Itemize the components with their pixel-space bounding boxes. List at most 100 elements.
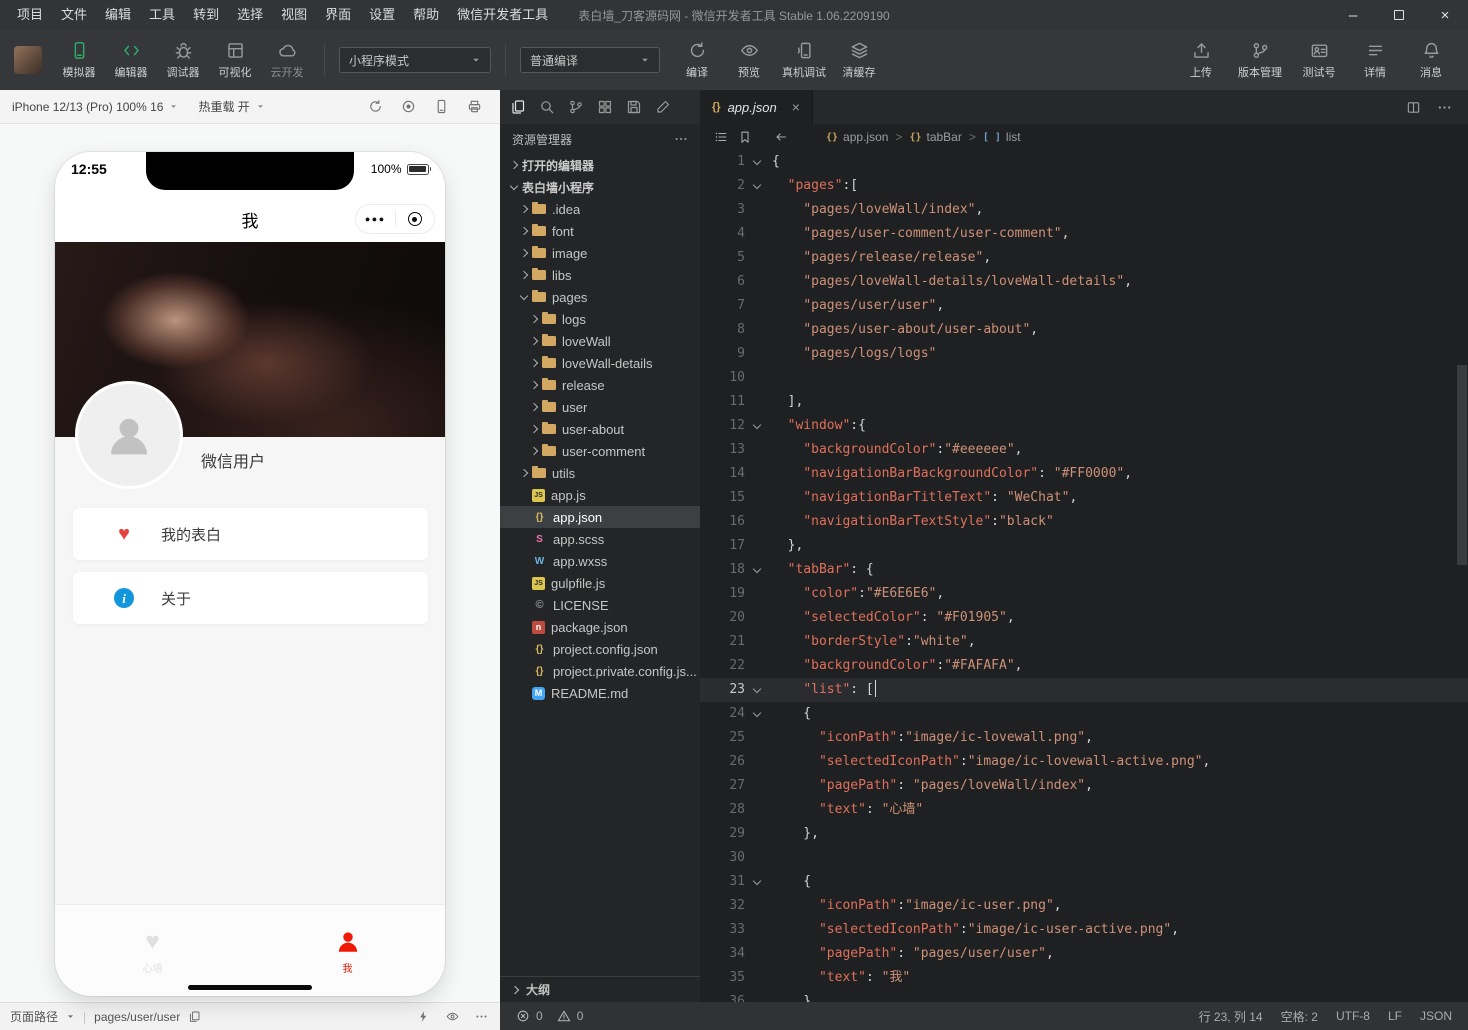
menu-item[interactable]: 选择 bbox=[228, 0, 272, 30]
user-avatar[interactable] bbox=[14, 46, 42, 74]
phone-tab-我[interactable]: 我 bbox=[250, 905, 445, 996]
tree-item-.idea[interactable]: .idea bbox=[500, 198, 700, 220]
code-line[interactable]: 27 "pagePath": "pages/loveWall/index", bbox=[700, 774, 1468, 798]
chevron-right-icon[interactable] bbox=[526, 448, 542, 454]
code-line[interactable]: 8 "pages/user-about/user-about", bbox=[700, 318, 1468, 342]
warning-icon[interactable] bbox=[557, 1009, 571, 1023]
chevron-right-icon[interactable] bbox=[526, 360, 542, 366]
tree-item-package.json[interactable]: npackage.json bbox=[500, 616, 700, 638]
menu-item[interactable]: 帮助 bbox=[404, 0, 448, 30]
tree-item-pages[interactable]: pages bbox=[500, 286, 700, 308]
error-icon[interactable] bbox=[516, 1009, 530, 1023]
home-indicator[interactable] bbox=[188, 985, 312, 990]
editor-scrollbar[interactable] bbox=[1457, 365, 1467, 565]
breadcrumb-item[interactable]: {}tabBar bbox=[909, 130, 961, 144]
compile-mode-select[interactable]: 普通编译 bbox=[520, 47, 660, 73]
search-icon[interactable] bbox=[539, 99, 555, 115]
fold-icon[interactable] bbox=[745, 881, 769, 884]
flash-icon[interactable] bbox=[417, 1010, 430, 1023]
code-line[interactable]: 28 "text": "心墙" bbox=[700, 798, 1468, 822]
tree-item-utils[interactable]: utils bbox=[500, 462, 700, 484]
code-line[interactable]: 13 "backgroundColor":"#eeeeee", bbox=[700, 438, 1468, 462]
code-line[interactable]: 17 }, bbox=[700, 534, 1468, 558]
screenshot-icon[interactable] bbox=[467, 99, 482, 114]
code-line[interactable]: 24 { bbox=[700, 702, 1468, 726]
code-line[interactable]: 20 "selectedColor": "#F01905", bbox=[700, 606, 1468, 630]
code-line[interactable]: 34 "pagePath": "pages/user/user", bbox=[700, 942, 1468, 966]
tree-item-font[interactable]: font bbox=[500, 220, 700, 242]
tree-item-image[interactable]: image bbox=[500, 242, 700, 264]
toolbar-button-compile[interactable]: 编译 bbox=[674, 41, 720, 80]
tab-app-json[interactable]: {} app.json × bbox=[700, 90, 813, 124]
menu-item[interactable]: 项目 bbox=[8, 0, 52, 30]
avatar[interactable] bbox=[75, 381, 183, 489]
code-line[interactable]: 6 "pages/loveWall-details/loveWall-detai… bbox=[700, 270, 1468, 294]
tree-item-gulpfile.js[interactable]: JSgulpfile.js bbox=[500, 572, 700, 594]
toolbar-button-version[interactable]: 版本管理 bbox=[1234, 41, 1286, 80]
hot-reload-toggle[interactable]: 热重载 开 bbox=[198, 98, 264, 115]
tree-item-project.private.config.js...[interactable]: {}project.private.config.js... bbox=[500, 660, 700, 682]
tree-item-loveWall[interactable]: loveWall bbox=[500, 330, 700, 352]
fold-icon[interactable] bbox=[745, 425, 769, 428]
maximize-button[interactable] bbox=[1376, 0, 1422, 30]
outline-section[interactable]: 大纲 bbox=[500, 976, 700, 1002]
code-line[interactable]: 36 } bbox=[700, 990, 1468, 1002]
toolbar-button-debugger[interactable]: 调试器 bbox=[160, 41, 206, 80]
arrow-left-icon[interactable] bbox=[774, 130, 788, 144]
menu-item[interactable]: 设置 bbox=[360, 0, 404, 30]
bookmark-icon[interactable] bbox=[738, 130, 752, 144]
code-line[interactable]: 18 "tabBar": { bbox=[700, 558, 1468, 582]
code-line[interactable]: 3 "pages/loveWall/index", bbox=[700, 198, 1468, 222]
eye-icon[interactable] bbox=[446, 1010, 459, 1023]
toolbar-button-message[interactable]: 消息 bbox=[1408, 41, 1454, 80]
cursor-position[interactable]: 行 23, 列 14 bbox=[1199, 1008, 1263, 1025]
code-line[interactable]: 15 "navigationBarTitleText": "WeChat", bbox=[700, 486, 1468, 510]
menu-item[interactable]: 视图 bbox=[272, 0, 316, 30]
tab-close-icon[interactable]: × bbox=[792, 99, 800, 115]
toolbar-button-preview[interactable]: 预览 bbox=[726, 41, 772, 80]
grid-icon[interactable] bbox=[597, 99, 613, 115]
language-indicator[interactable]: JSON bbox=[1420, 1009, 1452, 1023]
toolbar-button-cloud[interactable]: 云开发 bbox=[264, 41, 310, 80]
tree-item-release[interactable]: release bbox=[500, 374, 700, 396]
code-line[interactable]: 21 "borderStyle":"white", bbox=[700, 630, 1468, 654]
fold-icon[interactable] bbox=[745, 185, 769, 188]
tree-item-app.js[interactable]: JSapp.js bbox=[500, 484, 700, 506]
explorer-section-表白墙小程序[interactable]: 表白墙小程序 bbox=[500, 176, 700, 198]
code-line[interactable]: 5 "pages/release/release", bbox=[700, 246, 1468, 270]
code-line[interactable]: 10 bbox=[700, 366, 1468, 390]
code-line[interactable]: 25 "iconPath":"image/ic-lovewall.png", bbox=[700, 726, 1468, 750]
menu-item[interactable]: 转到 bbox=[184, 0, 228, 30]
code-line[interactable]: 30 bbox=[700, 846, 1468, 870]
more-menu-icon[interactable]: ●●● bbox=[356, 214, 395, 224]
code-line[interactable]: 14 "navigationBarBackgroundColor": "#FF0… bbox=[700, 462, 1468, 486]
list-icon[interactable] bbox=[714, 130, 728, 144]
code-line[interactable]: 29 }, bbox=[700, 822, 1468, 846]
tree-item-logs[interactable]: logs bbox=[500, 308, 700, 330]
chevron-down-icon[interactable] bbox=[516, 296, 532, 299]
page-path-label[interactable]: 页面路径 bbox=[10, 1008, 58, 1025]
toolbar-button-simulator[interactable]: 模拟器 bbox=[56, 41, 102, 80]
menu-item[interactable]: 编辑 bbox=[96, 0, 140, 30]
tree-item-user[interactable]: user bbox=[500, 396, 700, 418]
tree-item-app.wxss[interactable]: Wapp.wxss bbox=[500, 550, 700, 572]
code-line[interactable]: 19 "color":"#E6E6E6", bbox=[700, 582, 1468, 606]
save-icon[interactable] bbox=[626, 99, 642, 115]
code-line[interactable]: 1{ bbox=[700, 150, 1468, 174]
code-line[interactable]: 35 "text": "我" bbox=[700, 966, 1468, 990]
mode-select[interactable]: 小程序模式 bbox=[339, 47, 491, 73]
code-line[interactable]: 33 "selectedIconPath":"image/ic-user-act… bbox=[700, 918, 1468, 942]
chevron-right-icon[interactable] bbox=[526, 338, 542, 344]
phone-menu-item[interactable]: ♥我的表白 bbox=[73, 508, 428, 560]
menu-item[interactable]: 文件 bbox=[52, 0, 96, 30]
code-line[interactable]: 22 "backgroundColor":"#FAFAFA", bbox=[700, 654, 1468, 678]
more-actions-icon[interactable] bbox=[674, 132, 688, 146]
toolbar-button-details[interactable]: 详情 bbox=[1352, 41, 1398, 80]
tree-item-loveWall-details[interactable]: loveWall-details bbox=[500, 352, 700, 374]
chevron-right-icon[interactable] bbox=[516, 206, 532, 212]
fold-icon[interactable] bbox=[745, 161, 769, 164]
chevron-down-icon[interactable] bbox=[506, 186, 522, 189]
git-branch-icon[interactable] bbox=[568, 99, 584, 115]
toolbar-button-visual[interactable]: 可视化 bbox=[212, 41, 258, 80]
toolbar-button-remote-debug[interactable]: 真机调试 bbox=[778, 41, 830, 80]
